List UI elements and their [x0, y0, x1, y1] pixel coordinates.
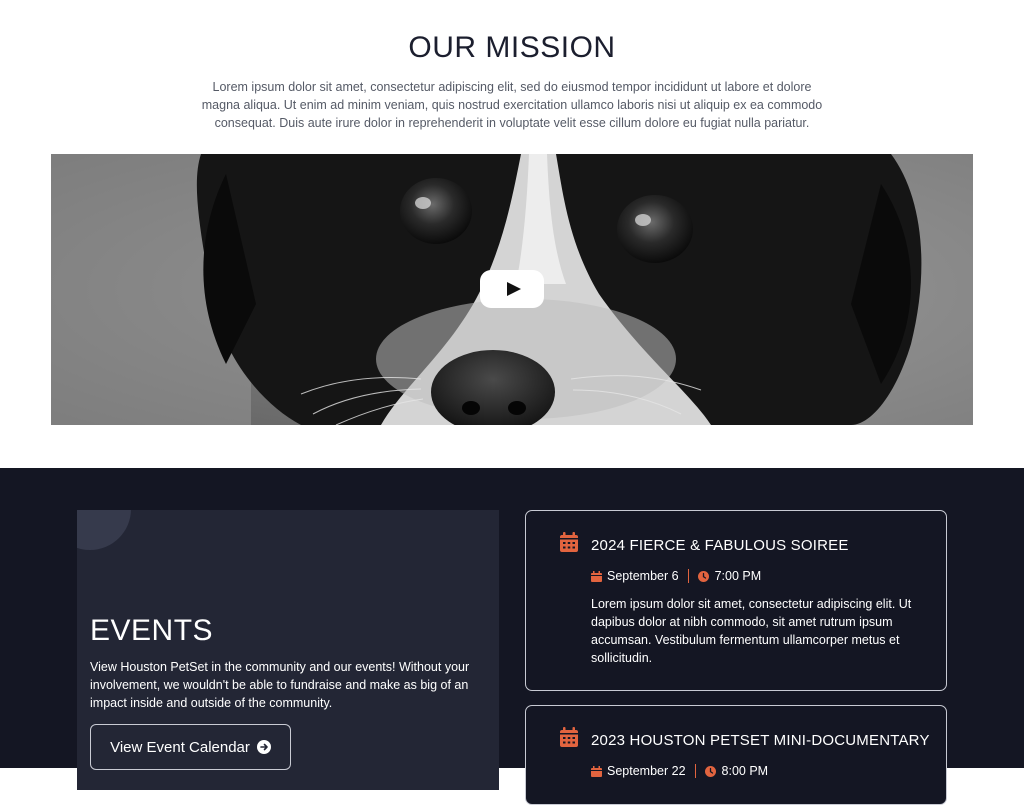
- event-date: September 22: [607, 764, 686, 778]
- mission-title: OUR MISSION: [408, 31, 616, 64]
- play-icon: [506, 282, 521, 296]
- calendar-icon: [560, 532, 578, 552]
- events-description: View Houston PetSet in the community and…: [90, 660, 470, 710]
- meta-divider: [687, 569, 689, 583]
- event-meta: September 6 7:00 PM: [591, 568, 761, 584]
- calendar-icon: [560, 727, 578, 747]
- event-title[interactable]: 2023 HOUSTON PETSET MINI-DOCUMENTARY: [591, 732, 930, 749]
- events-section: EVENTS View Houston PetSet in the commun…: [0, 468, 1024, 805]
- events-title: EVENTS: [90, 614, 214, 647]
- event-title[interactable]: 2024 FIERCE & FABULOUS SOIREE: [591, 537, 849, 554]
- event-time: 8:00 PM: [721, 764, 769, 778]
- event-description: Lorem ipsum dolor sit amet, consectetur …: [591, 597, 912, 665]
- clock-icon: [697, 570, 709, 582]
- event-date: September 6: [607, 569, 679, 583]
- event-meta: September 22 8:00 PM: [591, 763, 768, 779]
- decorative-circle: [77, 510, 131, 550]
- event-card[interactable]: 2023 HOUSTON PETSET MINI-DOCUMENTARY Sep…: [525, 705, 947, 805]
- clock-icon: [704, 765, 716, 777]
- calendar-small-icon: [591, 570, 602, 582]
- view-event-calendar-button[interactable]: View Event Calendar: [90, 724, 291, 770]
- event-card[interactable]: 2024 FIERCE & FABULOUS SOIREE September …: [525, 510, 947, 691]
- events-intro-panel: EVENTS View Houston PetSet in the commun…: [77, 510, 499, 790]
- arrow-right-circle-icon: [256, 740, 271, 754]
- event-time: 7:00 PM: [714, 569, 762, 583]
- calendar-small-icon: [591, 765, 602, 777]
- mission-description: Lorem ipsum dolor sit amet, consectetur …: [201, 80, 823, 130]
- play-button[interactable]: [480, 270, 544, 308]
- mission-section: OUR MISSION Lorem ipsum dolor sit amet, …: [0, 0, 1024, 468]
- view-event-calendar-label: View Event Calendar: [110, 738, 250, 756]
- meta-divider: [694, 764, 696, 778]
